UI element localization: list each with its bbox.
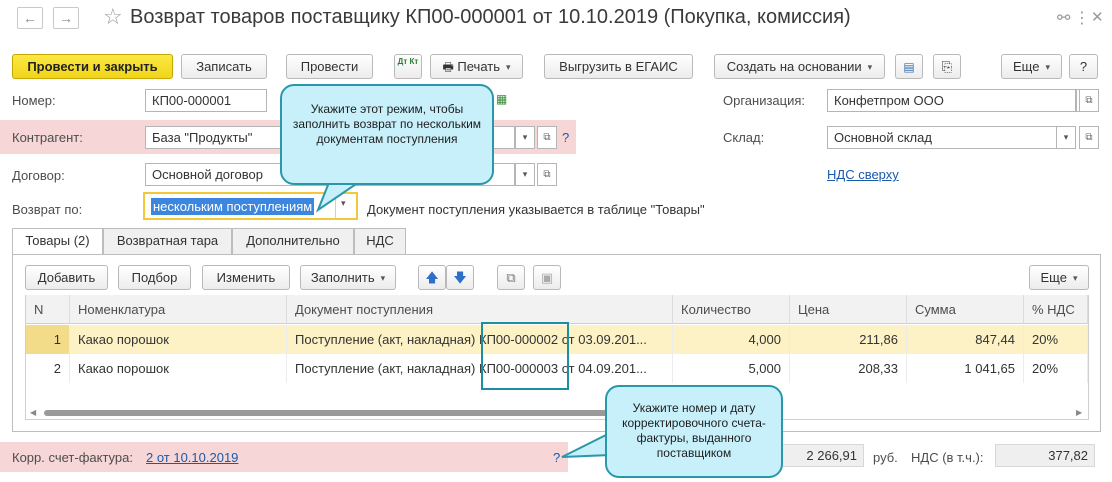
tab-additional[interactable]: Дополнительно <box>232 228 354 254</box>
row-vat: 20% <box>1024 354 1088 383</box>
row-number: 2 <box>26 354 70 383</box>
warehouse-label: Склад: <box>723 130 765 145</box>
tab-goods[interactable]: Товары (2) <box>12 228 103 255</box>
favorite-star-icon[interactable]: ☆ <box>103 4 123 30</box>
row-price: 211,86 <box>790 325 907 354</box>
menu-icon[interactable]: ⋮ <box>1074 8 1090 28</box>
organization-field[interactable]: Конфетпром ООО <box>827 89 1076 112</box>
corr-invoice-link[interactable]: 2 от 10.10.2019 <box>146 450 238 465</box>
edit-button[interactable]: Изменить <box>202 265 290 290</box>
return-by-label: Возврат по: <box>12 202 83 217</box>
printer-icon: 🖶 <box>442 60 454 74</box>
callout-corr-invoice: Укажите номер и дату корректировочного с… <box>605 385 783 478</box>
row-vat: 20% <box>1024 325 1088 354</box>
forward-button[interactable]: → <box>53 7 79 29</box>
warehouse-open-icon[interactable]: ⧉ <box>1079 126 1099 149</box>
copy-icon[interactable]: ⧉ <box>497 265 525 290</box>
row-qty: 4,000 <box>673 325 790 354</box>
dt-kt-button[interactable]: Дт Кт <box>394 54 422 79</box>
document-number-highlight <box>481 322 569 390</box>
move-down-icon[interactable]: 🡇 <box>446 265 474 290</box>
contract-label: Договор: <box>12 168 65 183</box>
number-label: Номер: <box>12 93 56 108</box>
column-header-price[interactable]: Цена <box>790 295 907 324</box>
corr-invoice-label: Корр. счет-фактура: <box>12 450 133 465</box>
tab-returnable-packaging[interactable]: Возвратная тара <box>103 228 232 254</box>
column-header-doc[interactable]: Документ поступления <box>287 295 673 324</box>
egais-export-button[interactable]: Выгрузить в ЕГАИС <box>544 54 693 79</box>
structure-icon[interactable]: ▤ <box>895 54 923 79</box>
vat-total-field: 377,82 <box>995 444 1095 467</box>
arrow-left-icon: ← <box>23 10 37 26</box>
close-icon[interactable]: ✕ <box>1091 8 1104 26</box>
post-button[interactable]: Провести <box>286 54 373 79</box>
more-button[interactable]: Еще <box>1001 54 1062 79</box>
contract-open-icon[interactable]: ⧉ <box>537 163 557 186</box>
counterparty-label: Контрагент: <box>12 130 83 145</box>
print-button[interactable]: 🖶 Печать <box>430 54 523 79</box>
warehouse-field[interactable]: Основной склад <box>827 126 1076 149</box>
back-button[interactable]: ← <box>17 7 43 29</box>
column-header-vat[interactable]: % НДС <box>1024 295 1088 324</box>
save-button[interactable]: Записать <box>181 54 267 79</box>
row-document: Поступление (акт, накладная) КП00-000003… <box>287 354 673 383</box>
link-icon[interactable]: ⚯ <box>1057 8 1070 28</box>
row-document: Поступление (акт, накладная) КП00-000002… <box>287 325 673 354</box>
return-by-value: нескольким поступлениям <box>151 198 315 215</box>
scroll-left-icon[interactable]: ◀ <box>30 408 36 417</box>
table-more-button[interactable]: Еще <box>1029 265 1089 290</box>
column-header-qty[interactable]: Количество <box>673 295 790 324</box>
currency-label: руб. <box>873 450 898 465</box>
attachment-icon[interactable]: ⎘ <box>933 54 961 79</box>
total-field: 2 266,91 <box>780 444 864 467</box>
page-title: Возврат товаров поставщику КП00-000001 о… <box>130 6 851 28</box>
row-price: 208,33 <box>790 354 907 383</box>
add-button[interactable]: Добавить <box>25 265 108 290</box>
return-by-hint: Документ поступления указывается в табли… <box>367 202 705 217</box>
column-header-sum[interactable]: Сумма <box>907 295 1024 324</box>
dt-kt-icon: Дт Кт <box>397 57 419 66</box>
row-item: Какао порошок <box>70 354 287 383</box>
column-header-item[interactable]: Номенклатура <box>70 295 287 324</box>
column-header-n[interactable]: N <box>26 295 70 324</box>
create-based-on-button[interactable]: Создать на основании <box>714 54 885 79</box>
row-sum: 1 041,65 <box>907 354 1024 383</box>
post-and-close-button[interactable]: Провести и закрыть <box>12 54 173 79</box>
callout-return-mode: Укажите этот режим, чтобы заполнить возв… <box>280 84 494 185</box>
contract-dropdown[interactable]: ▾ <box>515 163 535 186</box>
row-number: 1 <box>26 325 70 354</box>
counterparty-dropdown[interactable]: ▾ <box>515 126 535 149</box>
tab-vat[interactable]: НДС <box>354 228 406 254</box>
vat-total-label: НДС (в т.ч.): <box>911 450 984 465</box>
organization-label: Организация: <box>723 93 806 108</box>
number-field[interactable]: КП00-000001 <box>145 89 267 112</box>
move-up-icon[interactable]: 🡅 <box>418 265 446 290</box>
warehouse-dropdown[interactable]: ▾ <box>1056 126 1076 149</box>
row-item: Какао порошок <box>70 325 287 354</box>
counterparty-open-icon[interactable]: ⧉ <box>537 126 557 149</box>
counterparty-help-icon[interactable]: ? <box>562 130 569 145</box>
arrow-right-icon: → <box>59 10 73 26</box>
row-qty: 5,000 <box>673 354 790 383</box>
row-sum: 847,44 <box>907 325 1024 354</box>
select-button[interactable]: Подбор <box>118 265 191 290</box>
scroll-right-icon[interactable]: ▶ <box>1076 408 1082 417</box>
vat-on-top-link[interactable]: НДС сверху <box>827 167 899 182</box>
help-button[interactable]: ? <box>1069 54 1098 79</box>
organization-open-icon[interactable]: ⧉ <box>1079 89 1099 112</box>
horizontal-scrollbar[interactable] <box>44 410 684 416</box>
fill-button[interactable]: Заполнить <box>300 265 396 290</box>
paste-icon[interactable]: ▣ <box>533 265 561 290</box>
calculator-icon[interactable]: ▦ <box>496 92 510 106</box>
